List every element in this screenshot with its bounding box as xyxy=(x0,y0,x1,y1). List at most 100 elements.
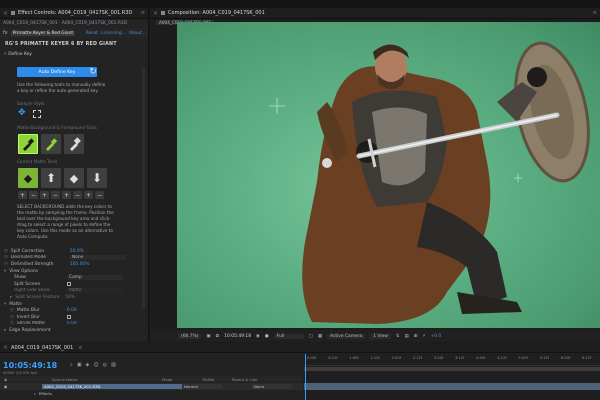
layer-row[interactable]: ◉ 1 A004_C019_0417SK_001.R3D Normal None xyxy=(0,383,303,390)
stopwatch-icon[interactable]: ◷ xyxy=(10,321,14,326)
draft-3d-icon[interactable]: ◈ xyxy=(86,362,90,368)
effect-controls-tab[interactable]: × Effect Controls: A004_C019_0417SK_001.… xyxy=(0,8,148,19)
collapse-arrow-icon[interactable]: ▸ xyxy=(34,391,36,396)
spill-sponge-tool[interactable]: ⬆ xyxy=(41,168,61,188)
panel-menu-icon[interactable] xyxy=(161,11,166,15)
licensing-link[interactable]: Licensing... xyxy=(101,31,126,36)
camera-icon[interactable]: ◉ xyxy=(256,334,260,339)
plus-button-1[interactable]: + xyxy=(18,191,27,199)
motion-blur-icon[interactable]: ◎ xyxy=(103,362,107,368)
region-icon[interactable]: ▢ xyxy=(309,334,313,339)
view-layout-dropdown[interactable]: 1 View xyxy=(370,333,391,339)
work-area-bar[interactable] xyxy=(304,367,600,371)
matte-blur-value[interactable]: 0.00 xyxy=(67,308,77,313)
resolution-dropdown[interactable]: Full xyxy=(273,333,304,339)
effects-row[interactable]: ▸ Effects xyxy=(34,391,52,396)
spill-minus-tool[interactable]: ⬇ xyxy=(87,168,107,188)
box-sample-icon[interactable] xyxy=(33,110,41,118)
camera-dropdown[interactable]: Active Camera xyxy=(327,333,366,339)
snapshot-icon[interactable]: ▣ xyxy=(206,334,210,339)
panel-options-icon[interactable]: ≡ xyxy=(593,10,600,16)
plus-button-4[interactable]: + xyxy=(84,191,93,199)
layer-mode-dropdown[interactable]: Normal xyxy=(182,384,222,389)
toggle-icon[interactable]: ⇅ xyxy=(396,334,400,339)
crosshair-sample-icon[interactable]: ✥ xyxy=(18,109,27,118)
timeline-tracks[interactable]: 0:00f 0:12f 1:00f 1:12f 2:00f 2:12f 3:00f 3:12f… xyxy=(304,354,600,400)
clean-background-tool[interactable] xyxy=(64,134,84,154)
close-icon[interactable]: × xyxy=(3,344,8,351)
time-ruler[interactable]: 0:00f 0:12f 1:00f 1:12f 2:00f 2:12f 3:00f 3:12f… xyxy=(304,354,600,366)
layer-parent-dropdown[interactable]: None xyxy=(252,384,292,389)
expand-arrow-icon[interactable]: ▾ xyxy=(4,269,6,274)
layer-bar[interactable] xyxy=(304,383,600,390)
fx-icon[interactable]: fx xyxy=(3,30,8,36)
right-side-show-dropdown[interactable]: Matte xyxy=(67,288,123,294)
panel-title[interactable]: Effect Controls: A004_C019_0417SK_001.R3… xyxy=(18,10,132,16)
tab-menu-icon[interactable]: ≡ xyxy=(78,345,82,351)
stopwatch-icon[interactable]: ◷ xyxy=(4,255,8,260)
grid-icon[interactable]: ▦ xyxy=(318,334,322,339)
instructions-text: Use the following tools to manually defi… xyxy=(17,82,106,93)
desmilled-strength-value[interactable]: 100.00% xyxy=(70,262,90,267)
col-parent[interactable]: Parent & Link xyxy=(232,377,257,382)
eye-icon[interactable]: ◉ xyxy=(0,384,12,389)
plus-button-3[interactable]: + xyxy=(62,191,71,199)
about-link[interactable]: About... xyxy=(129,31,148,36)
shy-icon[interactable]: ☺ xyxy=(93,362,98,368)
close-icon[interactable]: × xyxy=(3,10,8,17)
composition-title[interactable]: Composition: A004_C019_0417SK_001 xyxy=(168,10,265,16)
shrink-matte-value[interactable]: 0.00 xyxy=(67,321,77,326)
col-trkmat[interactable]: TrkMat xyxy=(202,377,232,382)
col-source-name[interactable]: Source Name xyxy=(12,377,162,382)
plus-button-2[interactable]: + xyxy=(40,191,49,199)
expand-arrow-icon[interactable]: ▾ xyxy=(4,52,6,57)
flowchart-icon[interactable]: ⊞ xyxy=(414,334,418,339)
panel-options-icon[interactable]: ≡ xyxy=(141,10,148,16)
layer-name[interactable]: A004_C019_0417SK_001.R3D xyxy=(42,384,182,389)
channel-icon[interactable]: ● xyxy=(265,334,269,339)
collapse-arrow-icon[interactable]: ▸ xyxy=(10,295,12,300)
spill-correction-value[interactable]: 50.0% xyxy=(70,249,84,254)
panel-menu-icon[interactable] xyxy=(11,11,16,15)
stopwatch-icon[interactable]: ◷ xyxy=(4,249,8,254)
matte-sponge-tool[interactable]: ◆ xyxy=(18,168,38,188)
effect-name[interactable]: Primatte Keyer & Red Giant xyxy=(10,30,76,36)
timeline-tab[interactable]: A004_C019_0417SK_001 xyxy=(11,345,73,351)
layer-icon[interactable]: ▤ xyxy=(405,334,409,339)
col-mode[interactable]: Mode xyxy=(162,377,202,382)
split-screen-checkbox[interactable] xyxy=(67,282,71,287)
collapse-arrow-icon[interactable]: ▸ xyxy=(4,328,6,333)
invert-blur-checkbox[interactable] xyxy=(66,315,71,320)
show-dropdown[interactable]: Comp xyxy=(67,275,123,281)
close-icon[interactable]: × xyxy=(153,10,158,17)
minus-button-3[interactable]: − xyxy=(73,191,82,199)
composition-viewer[interactable] xyxy=(177,22,600,328)
auto-define-key-button[interactable]: Auto Define Key xyxy=(17,67,97,77)
search-icon[interactable]: ⌕ xyxy=(70,362,73,368)
split-screen-feature-value[interactable]: 50% xyxy=(65,295,75,300)
stopwatch-icon[interactable]: ◷ xyxy=(4,262,8,267)
exposure-value[interactable]: +0.0 xyxy=(430,334,441,339)
stopwatch-icon[interactable]: ◷ xyxy=(10,315,14,320)
comp-mini-icon[interactable]: ▣ xyxy=(77,362,82,368)
effects-scrollbar[interactable] xyxy=(142,68,145,308)
viewer-timecode[interactable]: 10:05:49:18 xyxy=(224,334,251,339)
desmilled-mode-dropdown[interactable]: None xyxy=(69,255,126,261)
reset-link[interactable]: Reset xyxy=(86,31,98,36)
minus-button-1[interactable]: − xyxy=(29,191,38,199)
reset-key-icon[interactable]: ↻ xyxy=(86,65,100,79)
select-background-tool[interactable] xyxy=(18,134,38,154)
select-foreground-tool[interactable] xyxy=(41,134,61,154)
color-icon[interactable]: ✿ xyxy=(216,334,220,339)
minus-button-4[interactable]: − xyxy=(95,191,104,199)
current-time[interactable]: 10:05:49:18 xyxy=(3,361,57,370)
fine-tuning-tool[interactable]: ◆ xyxy=(64,168,84,188)
minus-button-2[interactable]: − xyxy=(51,191,60,199)
stopwatch-icon[interactable]: ◷ xyxy=(10,308,14,313)
fast-preview-icon[interactable]: ⚡ xyxy=(422,334,425,339)
graph-editor-icon[interactable]: ▨ xyxy=(111,362,116,368)
zoom-dropdown[interactable]: (66.7%) xyxy=(178,333,202,339)
playhead[interactable] xyxy=(305,354,306,400)
expand-arrow-icon[interactable]: ▾ xyxy=(4,302,6,307)
layer-path: A004_C019_0417SK_001 · A004_C019_0417SK_… xyxy=(0,19,148,28)
